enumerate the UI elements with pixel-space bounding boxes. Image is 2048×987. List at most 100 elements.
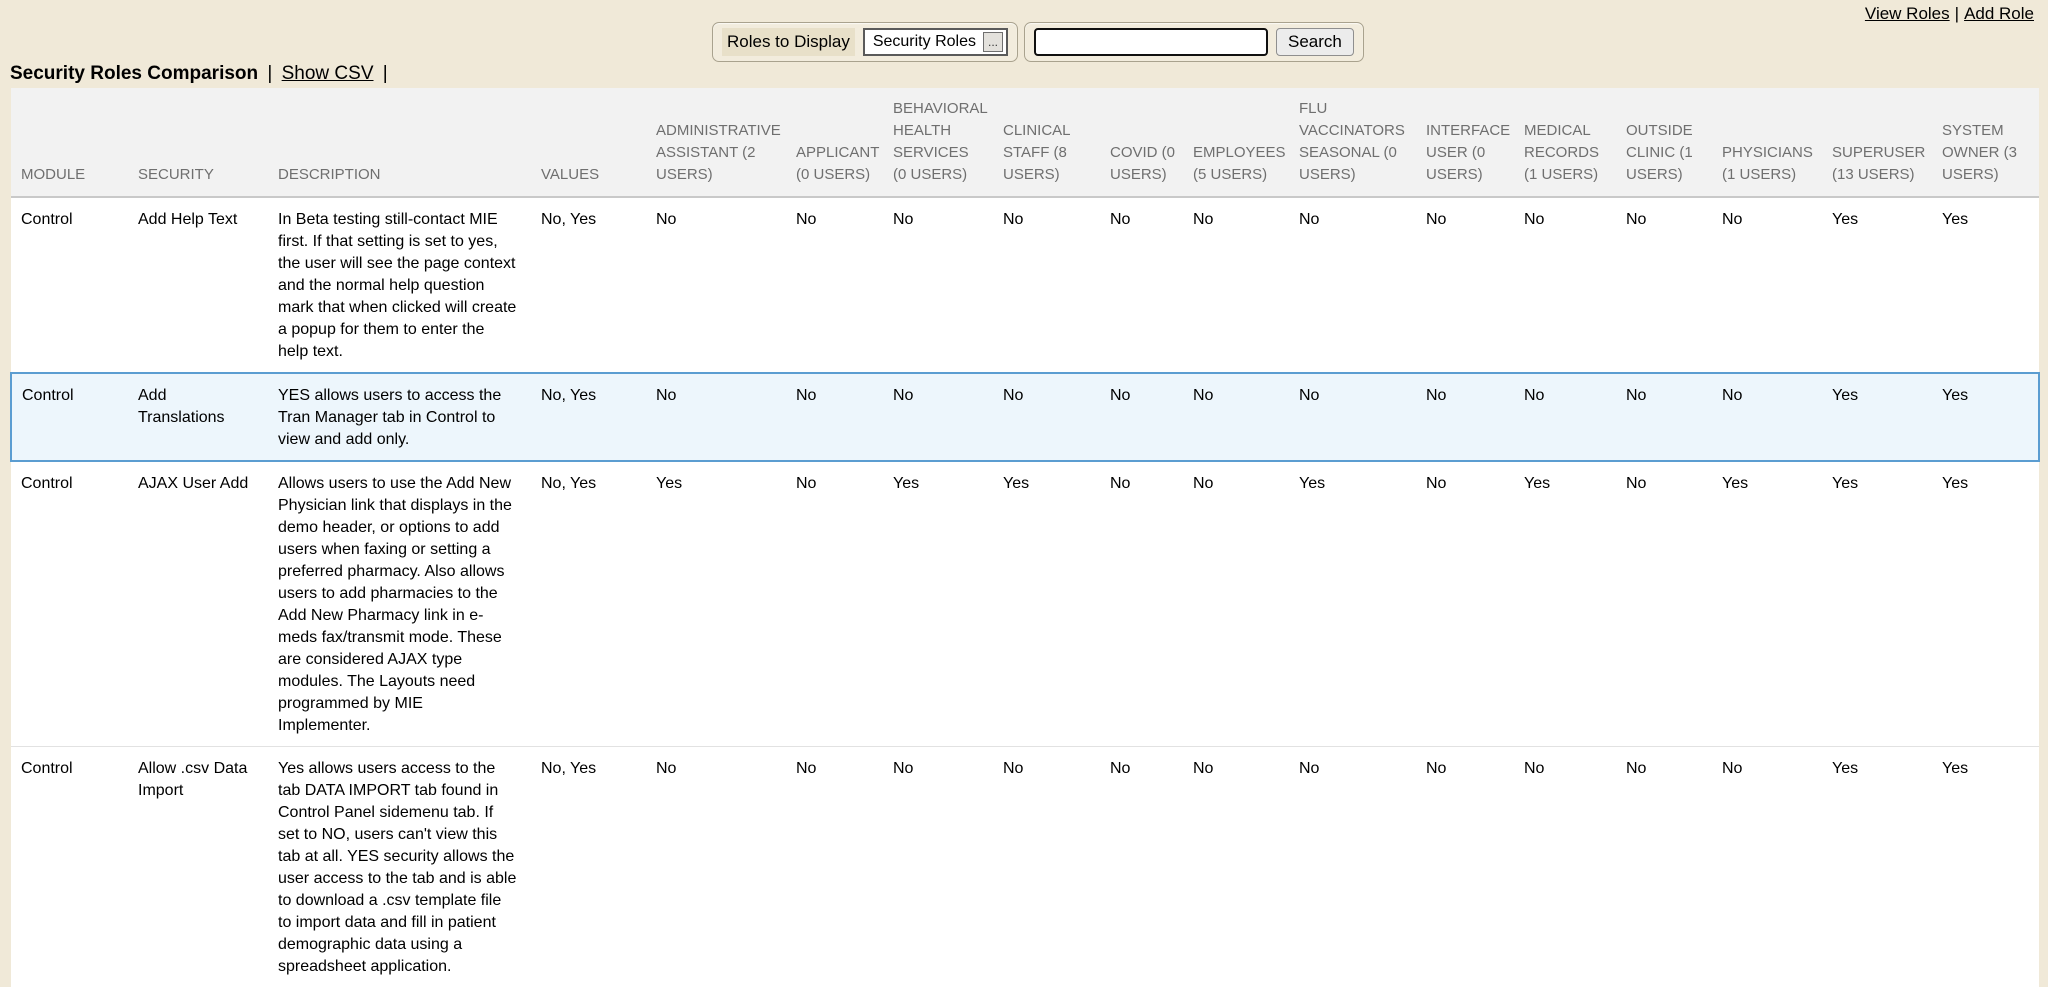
table-row: ControlAllow .csv Data ImportYes allows …: [11, 747, 2039, 987]
cell-role-value: No: [1712, 197, 1822, 373]
roles-to-display-label: Roles to Display: [722, 28, 855, 56]
cell-role-value: No: [1616, 373, 1712, 461]
roles-to-display-group: Roles to Display Security Roles ...: [712, 22, 1018, 62]
cell-role-value: Yes: [1932, 197, 2039, 373]
control-bar: Roles to Display Security Roles ... Sear…: [712, 22, 1364, 62]
cell-role-value: No: [993, 197, 1100, 373]
cell-role-value: No: [1289, 373, 1416, 461]
cell-role-value: Yes: [1289, 461, 1416, 747]
column-header-description: DESCRIPTION: [268, 88, 531, 197]
cell-role-value: No: [1514, 747, 1616, 987]
cell-role-value: No: [993, 373, 1100, 461]
cell-role-value: Yes: [1822, 373, 1932, 461]
cell-role-value: No: [646, 373, 786, 461]
nav-separator: |: [1955, 4, 1959, 23]
cell-role-value: Yes: [1932, 461, 2039, 747]
cell-module: Control: [11, 461, 128, 747]
cell-description: Yes allows users access to the tab DATA …: [268, 747, 531, 987]
cell-description: Allows users to use the Add New Physicia…: [268, 461, 531, 747]
column-header-role: SUPERUSER (13 USERS): [1822, 88, 1932, 197]
cell-role-value: Yes: [646, 461, 786, 747]
roles-table-container: MODULESECURITYDESCRIPTIONVALUESADMINISTR…: [10, 88, 2040, 987]
cell-role-value: No: [1100, 461, 1183, 747]
cell-role-value: No: [1183, 373, 1289, 461]
cell-role-value: No: [786, 373, 883, 461]
cell-role-value: No: [1514, 373, 1616, 461]
cell-role-value: No: [1100, 197, 1183, 373]
search-input[interactable]: [1034, 28, 1268, 56]
column-header-role: INTERFACE USER (0 USERS): [1416, 88, 1514, 197]
column-header-role: BEHAVIORAL HEALTH SERVICES (0 USERS): [883, 88, 993, 197]
column-header-role: SYSTEM OWNER (3 USERS): [1932, 88, 2039, 197]
title-separator-right: |: [383, 63, 388, 84]
cell-role-value: No: [1416, 373, 1514, 461]
table-row: ControlAdd Help TextIn Beta testing stil…: [11, 197, 2039, 373]
cell-security: Allow .csv Data Import: [128, 747, 268, 987]
column-header-role: COVID (0 USERS): [1100, 88, 1183, 197]
cell-module: Control: [11, 373, 128, 461]
column-header-role: OUTSIDE CLINIC (1 USERS): [1616, 88, 1712, 197]
cell-role-value: No: [1100, 373, 1183, 461]
column-header-role: ADMINISTRATIVE ASSISTANT (2 USERS): [646, 88, 786, 197]
column-header-role: CLINICAL STAFF (8 USERS): [993, 88, 1100, 197]
cell-values: No, Yes: [531, 197, 646, 373]
roles-comparison-table: MODULESECURITYDESCRIPTIONVALUESADMINISTR…: [10, 88, 2040, 987]
cell-security: AJAX User Add: [128, 461, 268, 747]
column-header-module: MODULE: [11, 88, 128, 197]
column-header-role: EMPLOYEES (5 USERS): [1183, 88, 1289, 197]
search-button[interactable]: Search: [1276, 28, 1354, 56]
roles-picker-value: Security Roles: [873, 33, 976, 51]
cell-role-value: Yes: [1822, 197, 1932, 373]
cell-role-value: No: [1289, 197, 1416, 373]
cell-role-value: No: [646, 747, 786, 987]
cell-values: No, Yes: [531, 461, 646, 747]
cell-values: No, Yes: [531, 747, 646, 987]
cell-role-value: Yes: [1932, 747, 2039, 987]
cell-description: In Beta testing still-contact MIE first.…: [268, 197, 531, 373]
view-roles-link[interactable]: View Roles: [1865, 4, 1950, 23]
cell-role-value: No: [1289, 747, 1416, 987]
table-header-row: MODULESECURITYDESCRIPTIONVALUESADMINISTR…: [11, 88, 2039, 197]
cell-role-value: Yes: [1822, 747, 1932, 987]
cell-role-value: No: [1712, 747, 1822, 987]
cell-role-value: No: [786, 197, 883, 373]
column-header-role: PHYSICIANS (1 USERS): [1712, 88, 1822, 197]
add-role-link[interactable]: Add Role: [1964, 4, 2034, 23]
cell-role-value: No: [1416, 197, 1514, 373]
cell-role-value: No: [646, 197, 786, 373]
roles-picker-field[interactable]: Security Roles ...: [863, 28, 1008, 56]
cell-role-value: No: [883, 373, 993, 461]
title-separator-left: |: [267, 63, 272, 84]
cell-role-value: No: [1183, 197, 1289, 373]
cell-role-value: No: [1100, 747, 1183, 987]
cell-role-value: No: [1616, 747, 1712, 987]
cell-security: Add Translations: [128, 373, 268, 461]
cell-role-value: No: [786, 747, 883, 987]
cell-role-value: No: [1183, 461, 1289, 747]
table-row: ControlAJAX User AddAllows users to use …: [11, 461, 2039, 747]
cell-description: YES allows users to access the Tran Mana…: [268, 373, 531, 461]
title-bar: Security Roles Comparison | Show CSV |: [10, 63, 392, 85]
page: { "top_links": { "view_roles": "View Rol…: [0, 0, 2048, 977]
cell-role-value: No: [1712, 373, 1822, 461]
roles-picker-ellipsis-button[interactable]: ...: [983, 32, 1003, 52]
cell-role-value: Yes: [883, 461, 993, 747]
table-row: ControlAdd TranslationsYES allows users …: [11, 373, 2039, 461]
header-nav: View Roles | Add Role: [1865, 4, 2034, 24]
show-csv-link[interactable]: Show CSV: [282, 63, 374, 84]
column-header-values: VALUES: [531, 88, 646, 197]
column-header-security: SECURITY: [128, 88, 268, 197]
cell-role-value: No: [1183, 747, 1289, 987]
cell-role-value: Yes: [1822, 461, 1932, 747]
cell-role-value: No: [1616, 461, 1712, 747]
cell-role-value: Yes: [1514, 461, 1616, 747]
cell-role-value: No: [1416, 747, 1514, 987]
cell-role-value: No: [883, 197, 993, 373]
cell-role-value: Yes: [1712, 461, 1822, 747]
column-header-role: APPLICANT (0 USERS): [786, 88, 883, 197]
cell-module: Control: [11, 747, 128, 987]
column-header-role: MEDICAL RECORDS (1 USERS): [1514, 88, 1616, 197]
page-title: Security Roles Comparison: [10, 63, 258, 84]
cell-role-value: No: [993, 747, 1100, 987]
cell-role-value: No: [1616, 197, 1712, 373]
